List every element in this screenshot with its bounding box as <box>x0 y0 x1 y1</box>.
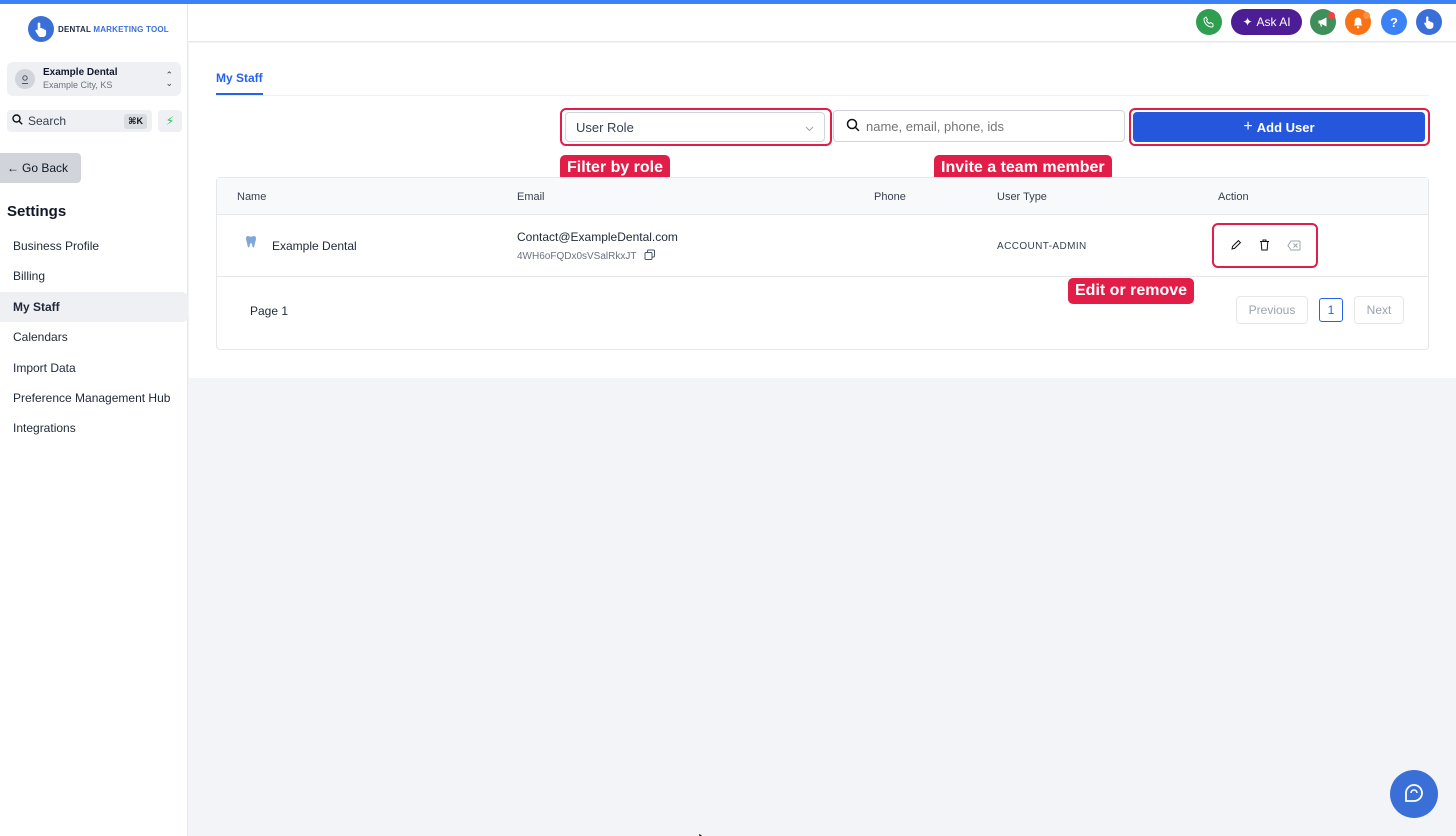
notification-dot <box>1328 12 1335 19</box>
page-indicator: Page 1 <box>250 304 289 318</box>
ask-ai-label: Ask AI <box>1256 15 1291 29</box>
bell-icon[interactable] <box>1345 9 1371 35</box>
go-back-label: Go Back <box>22 161 69 175</box>
chevron-down-icon <box>805 120 814 135</box>
table-row: Example Dental Contact@ExampleDental.com… <box>217 215 1428 277</box>
arrow-left-icon: ← <box>7 161 19 175</box>
account-location: Example City, KS <box>43 80 113 90</box>
notification-dot <box>1363 12 1370 19</box>
search-icon <box>846 118 860 135</box>
staff-search-field[interactable] <box>833 110 1125 142</box>
staff-id: 4WH6oFQDx0sVSalRkxJT <box>517 251 637 262</box>
sidebar: DENTAL MARKETING TOOL Example Dental Exa… <box>0 4 188 836</box>
settings-nav: Business Profile Billing My Staff Calend… <box>0 231 188 444</box>
brand-logo[interactable]: DENTAL MARKETING TOOL <box>28 16 169 42</box>
top-header: ✦ Ask AI ? <box>188 4 1456 42</box>
page-number-1[interactable]: 1 <box>1319 298 1343 322</box>
add-user-button[interactable]: + Add User <box>1133 112 1425 142</box>
column-header-email: Email <box>517 191 545 203</box>
user-role-placeholder: User Role <box>576 119 634 135</box>
staff-table: Name Email Phone User Type Action Exampl… <box>216 177 1429 350</box>
chat-icon <box>1405 784 1423 802</box>
trash-icon[interactable] <box>1254 234 1276 256</box>
sidebar-item-calendars[interactable]: Calendars <box>0 322 188 352</box>
sidebar-item-import-data[interactable]: Import Data <box>0 353 188 383</box>
staff-email: Contact@ExampleDental.com <box>517 230 678 244</box>
lightning-icon[interactable]: ⚡ <box>158 110 182 132</box>
tab-my-staff[interactable]: My Staff <box>216 71 263 95</box>
edit-pencil-icon[interactable] <box>1225 234 1247 256</box>
remove-user-icon[interactable] <box>1283 234 1305 256</box>
table-header: Name Email Phone User Type Action <box>217 178 1428 215</box>
go-back-button[interactable]: ← Go Back <box>0 153 81 183</box>
column-header-name: Name <box>237 191 267 203</box>
sidebar-item-preference-management-hub[interactable]: Preference Management Hub <box>0 383 188 413</box>
megaphone-icon[interactable] <box>1310 9 1336 35</box>
copy-icon[interactable] <box>644 249 656 264</box>
chevron-up-down-icon: ⌃ ⌄ <box>165 70 173 88</box>
column-header-phone: Phone <box>874 191 906 203</box>
plus-icon: + <box>1243 118 1253 135</box>
add-user-label: Add User <box>1256 119 1315 135</box>
account-switcher[interactable]: Example Dental Example City, KS ⌃ ⌄ <box>7 62 181 96</box>
staff-search-input[interactable] <box>866 118 1112 134</box>
location-pin-icon <box>15 69 35 89</box>
sidebar-item-business-profile[interactable]: Business Profile <box>0 231 188 261</box>
main-content: My Staff User Role + Add User Filter by … <box>189 43 1456 378</box>
account-name: Example Dental <box>43 67 118 78</box>
search-shortcut: ⌘K <box>124 113 147 129</box>
callout-edit-or-remove: Edit or remove <box>1068 278 1195 304</box>
sidebar-item-integrations[interactable]: Integrations <box>0 413 188 443</box>
brand-name: DENTAL MARKETING TOOL <box>58 24 169 34</box>
user-role-select[interactable]: User Role <box>565 112 825 142</box>
user-avatar[interactable] <box>1416 9 1442 35</box>
hand-pointer-icon <box>28 16 54 42</box>
phone-icon[interactable] <box>1196 9 1222 35</box>
search-label: Search <box>28 114 67 128</box>
sidebar-search[interactable]: Search ⌘K <box>7 110 152 132</box>
search-icon <box>12 114 23 128</box>
sidebar-item-my-staff[interactable]: My Staff <box>0 291 188 322</box>
settings-title: Settings <box>7 203 67 220</box>
staff-user-type: ACCOUNT-ADMIN <box>997 241 1087 252</box>
sidebar-item-billing[interactable]: Billing <box>0 261 188 291</box>
chat-support-button[interactable] <box>1390 770 1438 818</box>
column-header-action: Action <box>1218 191 1249 203</box>
sparkle-icon: ✦ <box>1242 15 1253 29</box>
ask-ai-button[interactable]: ✦ Ask AI <box>1231 9 1302 35</box>
previous-page-button[interactable]: Previous <box>1236 296 1308 324</box>
tab-divider <box>216 95 1429 96</box>
column-header-user-type: User Type <box>997 191 1047 203</box>
mouse-cursor-icon <box>698 828 708 836</box>
next-page-button[interactable]: Next <box>1354 296 1404 324</box>
help-icon[interactable]: ? <box>1381 9 1407 35</box>
staff-name: Example Dental <box>272 239 357 253</box>
row-actions <box>1215 225 1315 265</box>
tooth-icon <box>245 235 257 252</box>
staff-email-cell: Contact@ExampleDental.com 4WH6oFQDx0sVSa… <box>517 230 678 264</box>
